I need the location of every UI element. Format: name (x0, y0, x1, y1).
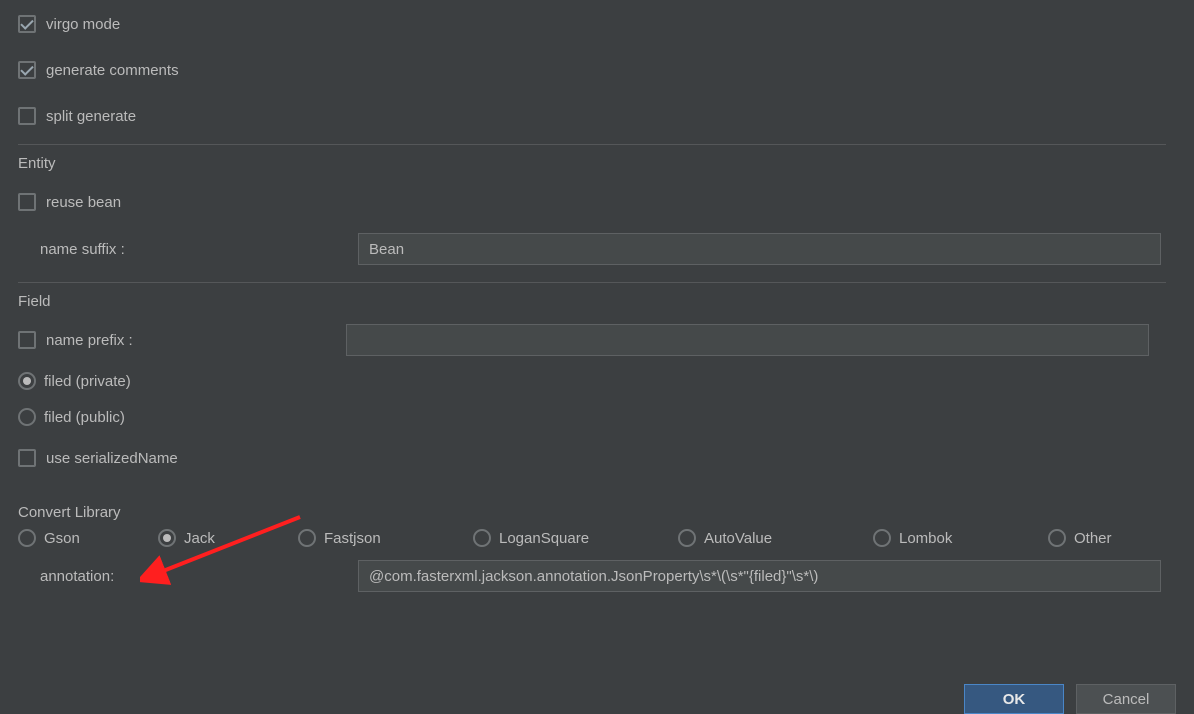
lib-lombok-radio[interactable] (873, 529, 891, 547)
reuse-bean-checkbox[interactable] (18, 193, 36, 211)
use-serialized-name-checkbox[interactable] (18, 449, 36, 467)
lib-logansquare-option[interactable]: LoganSquare (473, 529, 678, 547)
convert-library-options: Gson Jack Fastjson LoganSquare AutoValue… (18, 529, 1176, 547)
name-suffix-input[interactable] (358, 233, 1161, 265)
split-generate-row: split generate (18, 94, 1176, 138)
lib-autovalue-radio[interactable] (678, 529, 696, 547)
field-private-label[interactable]: filed (private) (44, 373, 131, 390)
lib-jack-radio[interactable] (158, 529, 176, 547)
virgo-mode-checkbox[interactable] (18, 15, 36, 33)
generate-comments-label[interactable]: generate comments (46, 62, 179, 79)
field-public-label[interactable]: filed (public) (44, 409, 125, 426)
lib-fastjson-label: Fastjson (324, 530, 381, 547)
split-generate-checkbox[interactable] (18, 107, 36, 125)
generate-comments-checkbox[interactable] (18, 61, 36, 79)
name-prefix-label[interactable]: name prefix : (46, 332, 346, 349)
lib-jack-option[interactable]: Jack (158, 529, 298, 547)
lib-gson-radio[interactable] (18, 529, 36, 547)
lib-logansquare-label: LoganSquare (499, 530, 589, 547)
lib-gson-label: Gson (44, 530, 80, 547)
reuse-bean-row: reuse bean (18, 180, 1176, 224)
field-public-radio[interactable] (18, 408, 36, 426)
virgo-mode-row: virgo mode (18, 2, 1176, 46)
convert-library-title: Convert Library (18, 504, 1176, 521)
lib-fastjson-radio[interactable] (298, 529, 316, 547)
divider (18, 144, 1166, 145)
generate-comments-row: generate comments (18, 48, 1176, 92)
field-private-radio[interactable] (18, 372, 36, 390)
lib-other-label: Other (1074, 530, 1112, 547)
use-serialized-name-label[interactable]: use serializedName (46, 450, 178, 467)
name-prefix-checkbox[interactable] (18, 331, 36, 349)
annotation-input[interactable] (358, 560, 1161, 592)
field-section-title: Field (18, 293, 1176, 310)
divider (18, 282, 1166, 283)
lib-gson-option[interactable]: Gson (18, 529, 158, 547)
lib-logansquare-radio[interactable] (473, 529, 491, 547)
field-private-row: filed (private) (18, 364, 1176, 398)
reuse-bean-label[interactable]: reuse bean (46, 194, 121, 211)
lib-lombok-option[interactable]: Lombok (873, 529, 1048, 547)
lib-fastjson-option[interactable]: Fastjson (298, 529, 473, 547)
entity-section-title: Entity (18, 155, 1176, 172)
lib-autovalue-option[interactable]: AutoValue (678, 529, 873, 547)
lib-lombok-label: Lombok (899, 530, 952, 547)
name-suffix-label: name suffix : (18, 241, 358, 258)
lib-jack-label: Jack (184, 530, 215, 547)
cancel-button[interactable]: Cancel (1076, 684, 1176, 714)
lib-other-radio[interactable] (1048, 529, 1066, 547)
field-public-row: filed (public) (18, 400, 1176, 434)
dialog-button-bar: OK Cancel (964, 684, 1176, 714)
name-prefix-row: name prefix : (18, 318, 1176, 362)
lib-other-option[interactable]: Other (1048, 529, 1112, 547)
annotation-label: annotation: (18, 568, 358, 585)
split-generate-label[interactable]: split generate (46, 108, 136, 125)
ok-button[interactable]: OK (964, 684, 1064, 714)
lib-autovalue-label: AutoValue (704, 530, 772, 547)
name-prefix-input[interactable] (346, 324, 1149, 356)
virgo-mode-label[interactable]: virgo mode (46, 16, 120, 33)
use-serialized-name-row: use serializedName (18, 436, 1176, 480)
